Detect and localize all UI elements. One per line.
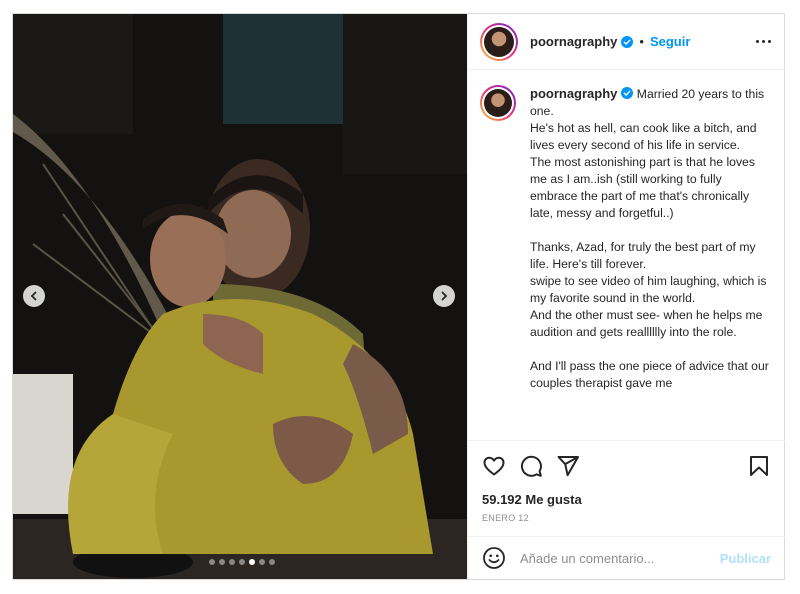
chevron-left-icon xyxy=(30,291,37,301)
share-icon[interactable] xyxy=(556,454,580,478)
more-options-icon[interactable] xyxy=(756,40,771,43)
carousel-previous-button[interactable] xyxy=(23,285,45,307)
header-separator: • xyxy=(639,34,644,49)
caption-author-avatar[interactable] xyxy=(480,85,516,121)
verified-icon xyxy=(621,87,634,99)
follow-button[interactable]: Seguir xyxy=(650,34,690,49)
comment-icon[interactable] xyxy=(519,454,543,478)
heart-icon[interactable] xyxy=(482,454,506,478)
post-media-carousel[interactable] xyxy=(13,14,467,579)
add-comment-bar: Publicar xyxy=(468,536,785,579)
action-icons xyxy=(482,453,771,479)
carousel-dot xyxy=(209,559,215,565)
post-date[interactable]: ENERO 12 xyxy=(482,513,771,523)
comment-input[interactable] xyxy=(520,550,710,566)
carousel-dot xyxy=(219,559,225,565)
caption-line: The most astonishing part is that he lov… xyxy=(530,155,755,220)
author-username[interactable]: poornagraphy xyxy=(530,34,617,49)
post-photo xyxy=(13,14,467,579)
post-sidebar: poornagraphy • Seguir poornagraphy Marri… xyxy=(467,14,785,579)
author-avatar[interactable] xyxy=(480,22,518,61)
carousel-next-button[interactable] xyxy=(433,285,455,307)
caption-line: And I'll pass the one piece of advice th… xyxy=(530,359,769,390)
instagram-post: poornagraphy • Seguir poornagraphy Marri… xyxy=(12,13,785,580)
publish-button[interactable]: Publicar xyxy=(720,551,771,566)
bookmark-icon[interactable] xyxy=(747,454,771,478)
caption-line: He's hot as hell, can cook like a bitch,… xyxy=(530,121,757,152)
carousel-dot xyxy=(239,559,245,565)
carousel-dot xyxy=(249,559,255,565)
comments-section[interactable]: poornagraphy Married 20 years to this on… xyxy=(468,71,785,439)
carousel-dot xyxy=(269,559,275,565)
caption-line: swipe to see video of him laughing, whic… xyxy=(530,274,767,305)
post-header: poornagraphy • Seguir xyxy=(468,14,785,70)
caption-line: And the other must see- when he helps me… xyxy=(530,308,763,339)
emoji-icon[interactable] xyxy=(482,546,506,570)
post-actions: 59.192 Me gusta ENERO 12 xyxy=(468,440,785,523)
carousel-dot xyxy=(259,559,265,565)
caption-username[interactable]: poornagraphy xyxy=(530,86,617,101)
caption-line: Thanks, Azad, for truly the best part of… xyxy=(530,240,756,271)
chevron-right-icon xyxy=(441,291,448,301)
verified-icon xyxy=(621,35,634,48)
likes-count[interactable]: 59.192 Me gusta xyxy=(482,492,771,507)
carousel-indicator xyxy=(209,559,275,565)
caption-line-0: poornagraphy Married 20 years to this on… xyxy=(530,85,769,120)
carousel-dot xyxy=(229,559,235,565)
post-caption: poornagraphy Married 20 years to this on… xyxy=(530,85,769,439)
